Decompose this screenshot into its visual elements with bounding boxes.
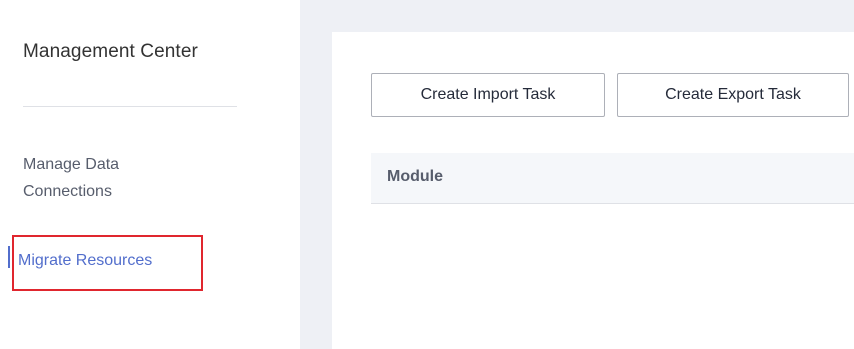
active-indicator bbox=[8, 246, 10, 268]
sidebar: Management Center Manage Data Connection… bbox=[0, 0, 300, 349]
sidebar-item-migrate-resources[interactable]: Migrate Resources bbox=[0, 243, 220, 273]
table-header: Module bbox=[371, 153, 854, 204]
sidebar-item-label: Migrate Resources bbox=[18, 252, 153, 269]
create-export-task-button[interactable]: Create Export Task bbox=[617, 73, 849, 117]
sidebar-divider bbox=[23, 106, 237, 107]
sidebar-title: Management Center bbox=[23, 41, 198, 62]
create-import-task-button[interactable]: Create Import Task bbox=[371, 73, 605, 117]
sidebar-item-manage-data-connections[interactable]: Manage Data Connections bbox=[23, 151, 223, 205]
column-header-module[interactable]: Module bbox=[387, 168, 443, 186]
sidebar-item-label-line2: Connections bbox=[23, 183, 112, 200]
page: Management Center Manage Data Connection… bbox=[0, 0, 854, 349]
sidebar-item-label-line1: Manage Data bbox=[23, 156, 120, 173]
